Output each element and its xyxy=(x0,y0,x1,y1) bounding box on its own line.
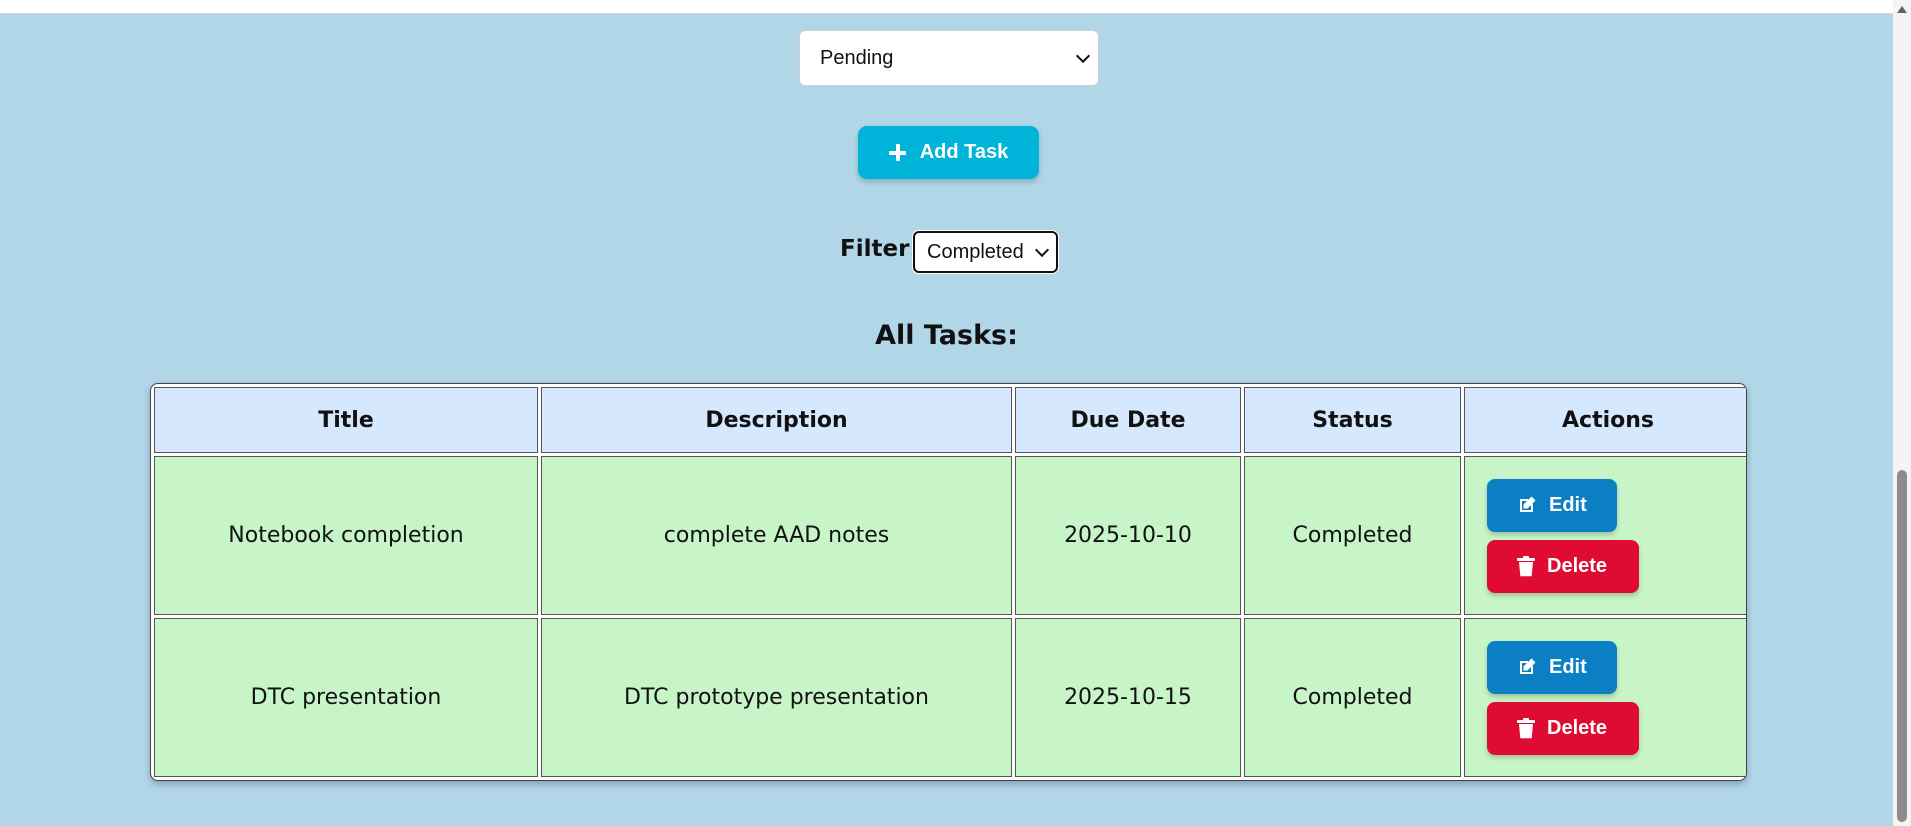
plus-icon xyxy=(888,144,906,161)
task-actions: Edit Delete xyxy=(1464,456,1746,615)
edit-button[interactable]: Edit xyxy=(1487,640,1617,694)
table-row: Notebook completion complete AAD notes 2… xyxy=(154,456,1746,615)
edit-label: Edit xyxy=(1549,493,1587,516)
task-status: Completed xyxy=(1244,456,1461,615)
edit-icon xyxy=(1517,657,1537,677)
task-status: Completed xyxy=(1244,618,1461,777)
table-header-row: Title Description Due Date Status Action… xyxy=(154,387,1746,453)
edit-label: Edit xyxy=(1549,655,1587,678)
task-description: DTC prototype presentation xyxy=(541,618,1012,777)
edit-icon xyxy=(1517,495,1537,515)
header-actions: Actions xyxy=(1464,387,1746,453)
header-description: Description xyxy=(541,387,1012,453)
status-select-value: Pending xyxy=(820,46,894,69)
task-due-date: 2025-10-10 xyxy=(1015,456,1241,615)
chevron-down-icon xyxy=(1075,48,1091,64)
add-task-button[interactable]: Add Task xyxy=(858,126,1039,179)
vertical-scrollbar[interactable] xyxy=(1893,0,1911,826)
filter-select[interactable]: Completed xyxy=(913,231,1058,273)
table-row: DTC presentation DTC prototype presentat… xyxy=(154,618,1746,777)
delete-label: Delete xyxy=(1547,554,1608,577)
delete-label: Delete xyxy=(1547,716,1608,739)
edit-button[interactable]: Edit xyxy=(1487,478,1617,532)
delete-button[interactable]: Delete xyxy=(1487,701,1639,755)
task-description: complete AAD notes xyxy=(541,456,1012,615)
chevron-down-icon xyxy=(1034,242,1050,258)
top-strip xyxy=(0,0,1893,14)
filter-select-value: Completed xyxy=(927,240,1024,263)
task-title: Notebook completion xyxy=(154,456,538,615)
scroll-up-icon[interactable] xyxy=(1897,6,1907,13)
task-due-date: 2025-10-15 xyxy=(1015,618,1241,777)
delete-button[interactable]: Delete xyxy=(1487,539,1639,593)
scroll-thumb[interactable] xyxy=(1897,470,1907,822)
section-title: All Tasks: xyxy=(875,320,1018,351)
task-table: Title Description Due Date Status Action… xyxy=(150,383,1747,781)
trash-icon xyxy=(1517,555,1535,577)
status-select[interactable]: Pending xyxy=(799,30,1099,86)
add-task-label: Add Task xyxy=(919,141,1009,163)
trash-icon xyxy=(1517,717,1535,739)
task-actions: Edit Delete xyxy=(1464,618,1746,777)
header-status: Status xyxy=(1244,387,1461,453)
task-title: DTC presentation xyxy=(154,618,538,777)
header-title: Title xyxy=(154,387,538,453)
filter-label: Filter: xyxy=(840,236,919,262)
header-due-date: Due Date xyxy=(1015,387,1241,453)
